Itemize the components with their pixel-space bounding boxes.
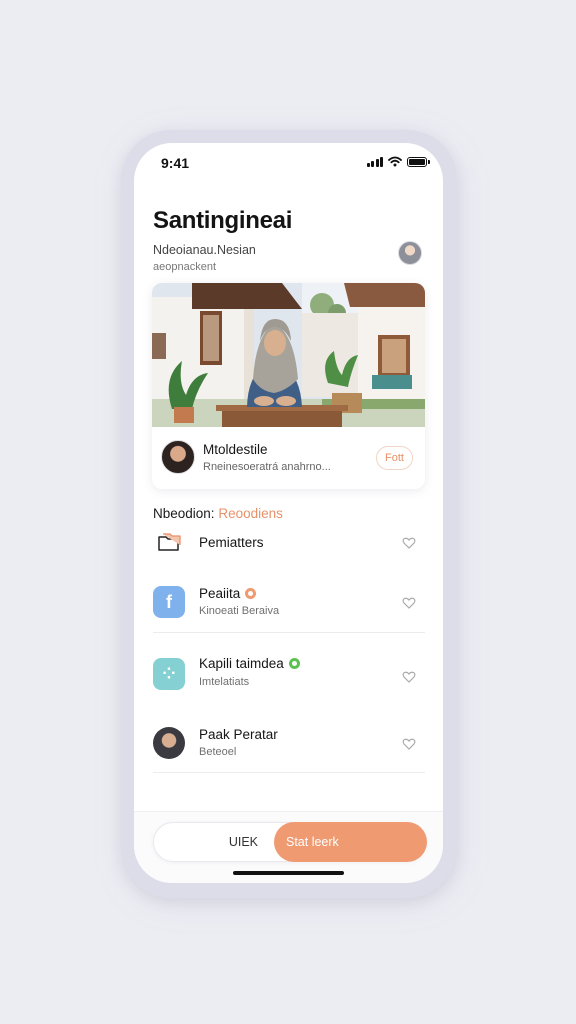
list-item-title: Pemiatters — [199, 535, 264, 550]
home-indicator[interactable] — [233, 871, 344, 875]
battery-icon — [407, 156, 430, 167]
secondary-button[interactable]: UIEK — [154, 823, 274, 861]
list-item-subtitle: Kinoeati Beraiva — [199, 605, 280, 617]
list-item-title-text: Peaiita — [199, 586, 241, 601]
list-item[interactable]: f Peaiita Kinoeati Beraiva — [153, 584, 425, 620]
page-title: Santingineai — [153, 207, 293, 234]
heart-icon[interactable] — [402, 737, 416, 751]
status-bar: 9:41 — [134, 143, 443, 183]
primary-button[interactable]: Stat leerk — [274, 822, 427, 862]
list-item-title: Paak Peratar — [199, 727, 278, 742]
heart-icon[interactable] — [402, 596, 416, 610]
section-label: Nbeodion: — [153, 506, 215, 521]
section-link[interactable]: Reoodiens — [218, 506, 283, 521]
list-item[interactable]: Paak Peratar Beteoel — [153, 725, 425, 761]
list-item[interactable]: ⁘ Kapili taimdea Imtelatiats — [153, 654, 425, 690]
host-name: Mtoldestile — [203, 442, 268, 457]
badge-icon — [245, 588, 257, 599]
divider — [153, 632, 425, 633]
list-item-subtitle: Imtelatiats — [199, 676, 250, 688]
page-subtitle: Ndeoianau.Nesian — [153, 243, 256, 257]
list-item-title-text: Paak Peratar — [199, 727, 278, 742]
heart-icon[interactable] — [402, 670, 416, 684]
list-item-title-text: Pemiatters — [199, 535, 264, 550]
featured-info: Mtoldestile Rneinesoeratrá anahrno... Fo… — [152, 427, 425, 489]
list-item-subtitle: Beteoel — [199, 746, 237, 758]
profile-avatar[interactable] — [398, 241, 422, 265]
list-item-title: Peaiita — [199, 586, 257, 601]
list-item[interactable]: Pemiatters — [153, 528, 425, 558]
page-caption: aeopnackent — [153, 261, 216, 273]
featured-photo — [152, 283, 425, 427]
bottom-action-pill: UIEK Stat leerk — [153, 822, 427, 862]
host-avatar[interactable] — [161, 440, 195, 474]
host-description: Rneinesoeratrá anahrno... — [203, 461, 331, 473]
user-avatar — [153, 727, 185, 759]
heart-icon[interactable] — [402, 536, 416, 550]
section-header: Nbeodion: Reoodiens — [153, 506, 283, 521]
facebook-icon: f — [153, 586, 185, 618]
list-item-title: Kapili taimdea — [199, 656, 300, 671]
follow-button[interactable]: Fott — [376, 446, 413, 470]
status-icons — [366, 156, 430, 167]
status-time: 9:41 — [161, 155, 190, 171]
app-icon: ⁘ — [153, 658, 185, 690]
wifi-icon — [388, 156, 402, 167]
list-item-title-text: Kapili taimdea — [199, 656, 284, 671]
featured-card[interactable]: Mtoldestile Rneinesoeratrá anahrno... Fo… — [152, 283, 425, 489]
cellular-signal-icon — [366, 156, 383, 167]
folder-icon — [153, 526, 185, 558]
divider — [153, 772, 425, 773]
verified-icon — [288, 658, 300, 669]
phone-screen: 9:41 Santingineai Ndeoianau.Nesian aeopn… — [134, 143, 443, 883]
